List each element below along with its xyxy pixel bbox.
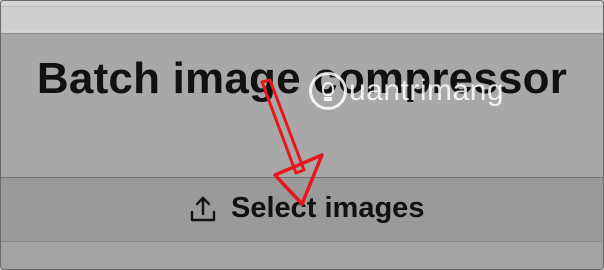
upload-icon <box>190 196 216 221</box>
select-images-button[interactable]: Select images <box>1 178 603 241</box>
bottom-strip <box>1 241 603 269</box>
app-window: Batch image compressor uantrimang Select… <box>0 0 604 270</box>
watermark: uantrimang <box>309 72 504 110</box>
select-images-content[interactable]: Select images <box>187 192 424 225</box>
select-images-label: Select images <box>231 192 425 224</box>
main-panel: Batch image compressor <box>1 34 603 178</box>
watermark-text: uantrimang <box>349 74 505 107</box>
top-toolbar-strip <box>1 6 603 29</box>
lightbulb-icon <box>309 72 347 110</box>
page-title: Batch image compressor <box>36 54 568 103</box>
top-toolbar <box>1 1 603 34</box>
